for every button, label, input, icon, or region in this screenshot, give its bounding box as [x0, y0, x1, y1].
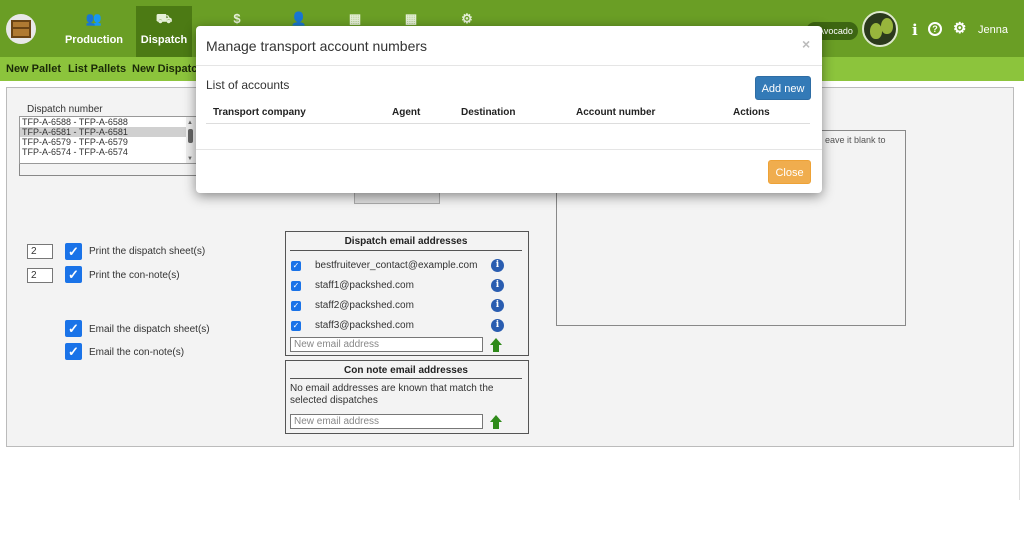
- close-button[interactable]: Close: [768, 160, 811, 184]
- modal-title: Manage transport account numbers: [206, 38, 428, 54]
- table-divider: [206, 123, 810, 124]
- column-header: Transport company: [213, 107, 306, 118]
- column-header: Destination: [461, 107, 516, 118]
- accounts-list-title: List of accounts: [206, 78, 290, 92]
- add-new-button[interactable]: Add new: [755, 76, 811, 100]
- modal-header: Manage transport account numbers ×: [196, 26, 822, 66]
- column-header: Account number: [576, 107, 656, 118]
- transport-accounts-modal: Manage transport account numbers × List …: [196, 26, 822, 193]
- column-header: Actions: [733, 107, 770, 118]
- modal-footer: Close: [196, 149, 822, 193]
- close-icon[interactable]: ×: [802, 36, 810, 52]
- column-header: Agent: [392, 107, 421, 118]
